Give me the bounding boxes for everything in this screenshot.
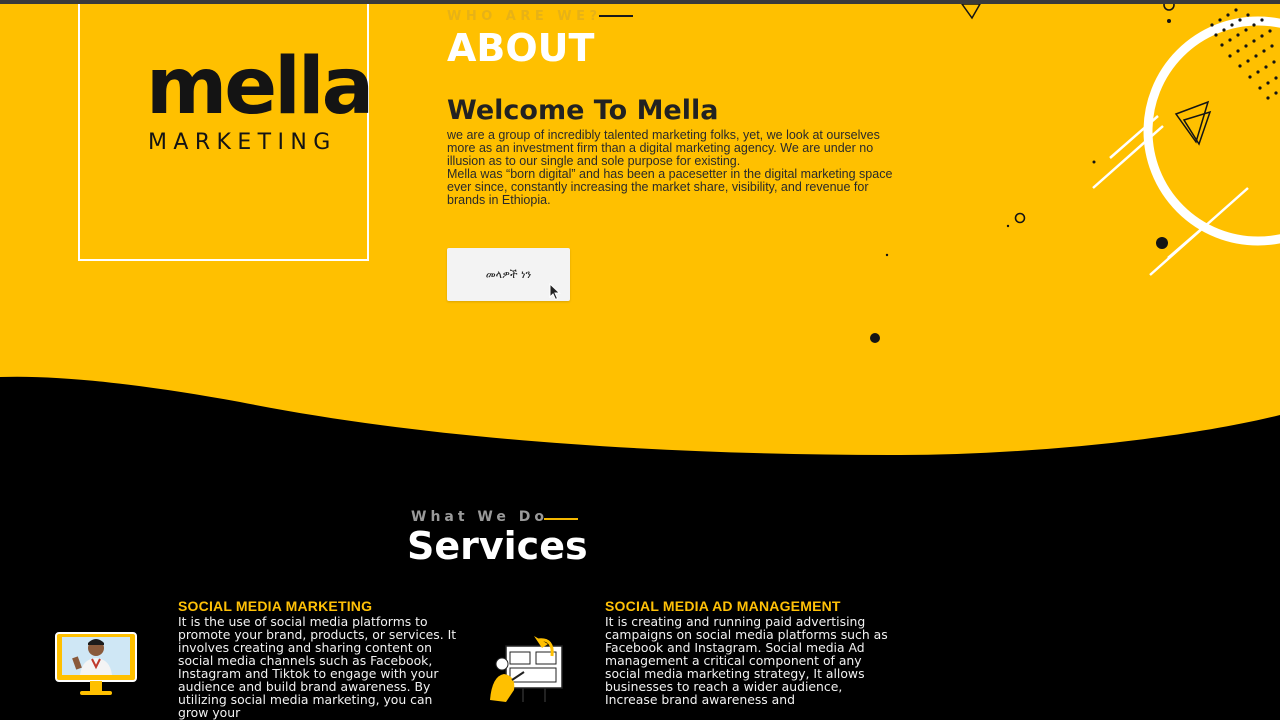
ad-presentation-icon: [490, 636, 563, 702]
service-card-text: It is the use of social media platforms …: [178, 614, 457, 720]
mouse-cursor-icon: [549, 283, 561, 301]
service-card-heading: SOCIAL MEDIA MARKETING: [178, 598, 373, 614]
welcome-heading: Welcome To Mella: [447, 95, 719, 126]
services-eyebrow: What We Do: [411, 509, 548, 525]
eyebrow-divider: [599, 15, 633, 17]
services-section: What We Do Services SOCIAL MEDIA MARKETI…: [0, 460, 1280, 720]
mella-logo-subtitle: MARKETING: [148, 130, 337, 155]
service-card-text: It is creating and running paid advertis…: [605, 614, 888, 707]
about-paragraph-2: Mella was “born digital” and has been a …: [447, 167, 893, 207]
about-description: we are a group of incredibly talented ma…: [447, 129, 907, 207]
services-title: Services: [407, 524, 588, 568]
about-eyebrow: WHO ARE WE?: [447, 9, 602, 24]
service-card-heading: SOCIAL MEDIA AD MANAGEMENT: [605, 598, 841, 614]
about-paragraph-1: we are a group of incredibly talented ma…: [447, 128, 880, 168]
services-eyebrow-divider: [544, 518, 578, 520]
mella-logo-wordmark: mella: [146, 42, 374, 132]
browser-top-bar: [0, 0, 1280, 4]
about-section: mella MARKETING WHO ARE WE? ABOUT Welcom…: [0, 0, 1280, 460]
about-title: ABOUT: [447, 26, 595, 70]
monitor-person-icon: [55, 632, 137, 695]
